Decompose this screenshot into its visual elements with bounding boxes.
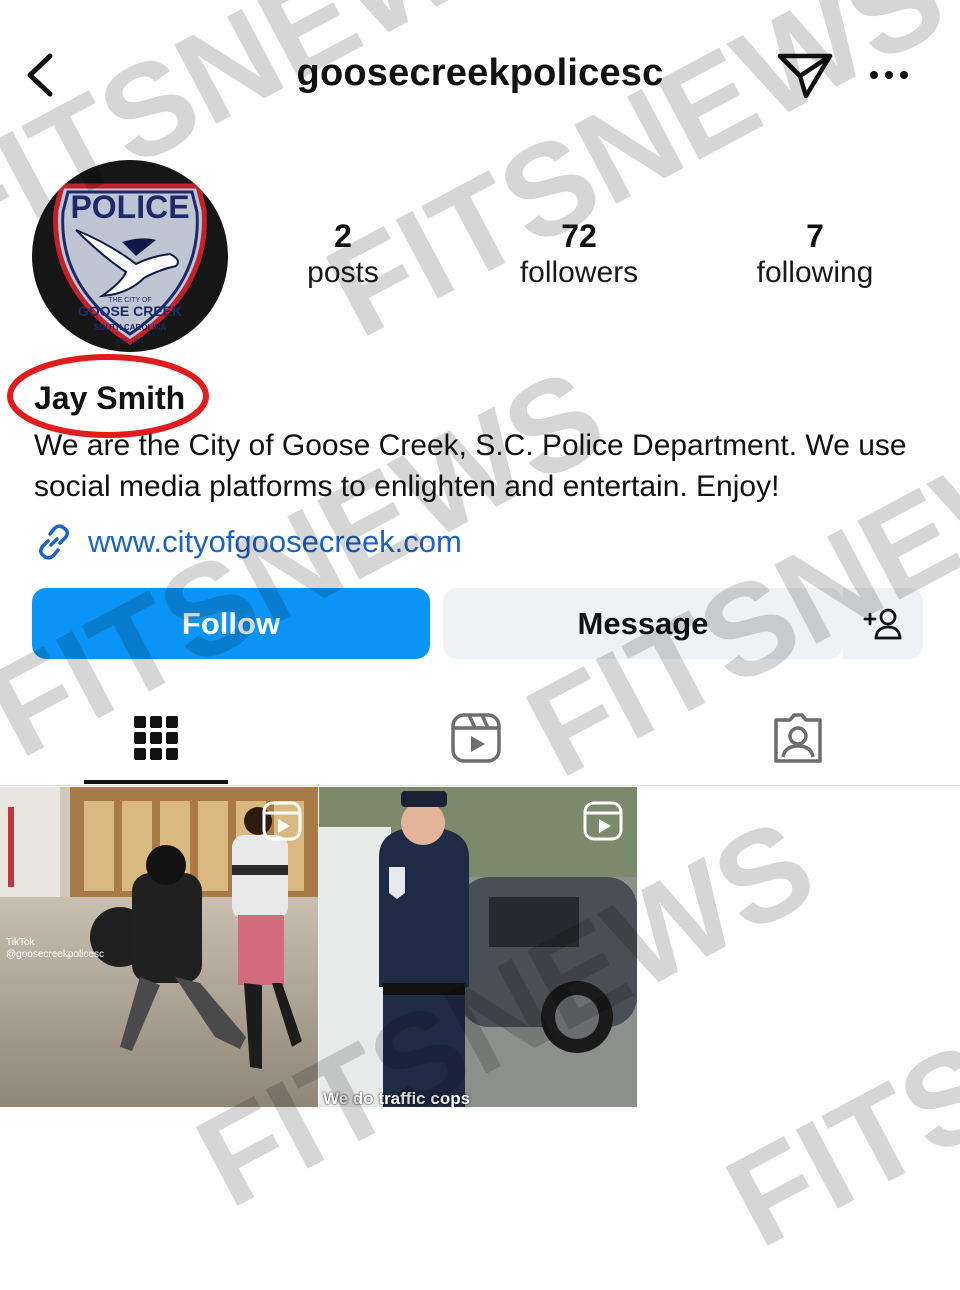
- message-button[interactable]: Message: [443, 588, 843, 659]
- profile-link[interactable]: www.cityofgoosecreek.com: [34, 518, 462, 566]
- post-thumbnail[interactable]: TikTok @goosecreekpolicesc: [0, 787, 318, 1107]
- more-options-icon[interactable]: [866, 60, 912, 90]
- followers-label: followers: [519, 256, 639, 289]
- tiktok-watermark: TikTok @goosecreekpolicesc: [6, 937, 104, 960]
- post-thumbnail[interactable]: We do traffic cops: [319, 787, 637, 1107]
- tab-tagged[interactable]: [726, 690, 870, 786]
- reels-icon: [451, 713, 501, 763]
- posts-count: 2: [334, 218, 352, 254]
- tagged-user-icon: [774, 713, 822, 763]
- svg-text:GOOSE CREEK: GOOSE CREEK: [78, 303, 182, 319]
- followers-stat[interactable]: 72 followers: [469, 218, 689, 292]
- svg-text:FITSNEWS: FITSNEWS: [705, 830, 960, 1274]
- svg-text:SOUTH CAROLINA: SOUTH CAROLINA: [94, 323, 167, 332]
- link-icon: [39, 524, 69, 560]
- suggested-users-button[interactable]: [843, 588, 923, 659]
- profile-bio: We are the City of Goose Creek, S.C. Pol…: [34, 429, 907, 503]
- post-caption: We do traffic cops: [323, 1089, 471, 1107]
- profile-tabs: [0, 690, 960, 786]
- send-icon[interactable]: [776, 50, 834, 100]
- svg-text:EST. 1961: EST. 1961: [116, 339, 144, 345]
- tab-reels[interactable]: [404, 690, 548, 786]
- follow-button[interactable]: Follow: [32, 588, 430, 659]
- tab-posts-grid[interactable]: [84, 690, 228, 786]
- posts-stat[interactable]: 2 posts: [233, 218, 453, 292]
- profile-stats: 2 posts 72 followers 7 following: [0, 218, 960, 298]
- add-user-icon: [863, 608, 902, 639]
- following-label: following: [756, 256, 874, 289]
- posts-label: posts: [307, 256, 379, 289]
- following-stat[interactable]: 7 following: [705, 218, 925, 292]
- reel-badge-icon: [583, 801, 623, 841]
- reel-badge-icon: [262, 801, 302, 841]
- followers-count: 72: [561, 218, 597, 254]
- grid-icon: [134, 716, 178, 760]
- profile-header: goosecreekpolicesc: [0, 0, 960, 150]
- profile-link-text[interactable]: www.cityofgoosecreek.com: [88, 524, 462, 560]
- following-count: 7: [806, 218, 824, 254]
- active-tab-indicator: [84, 780, 228, 784]
